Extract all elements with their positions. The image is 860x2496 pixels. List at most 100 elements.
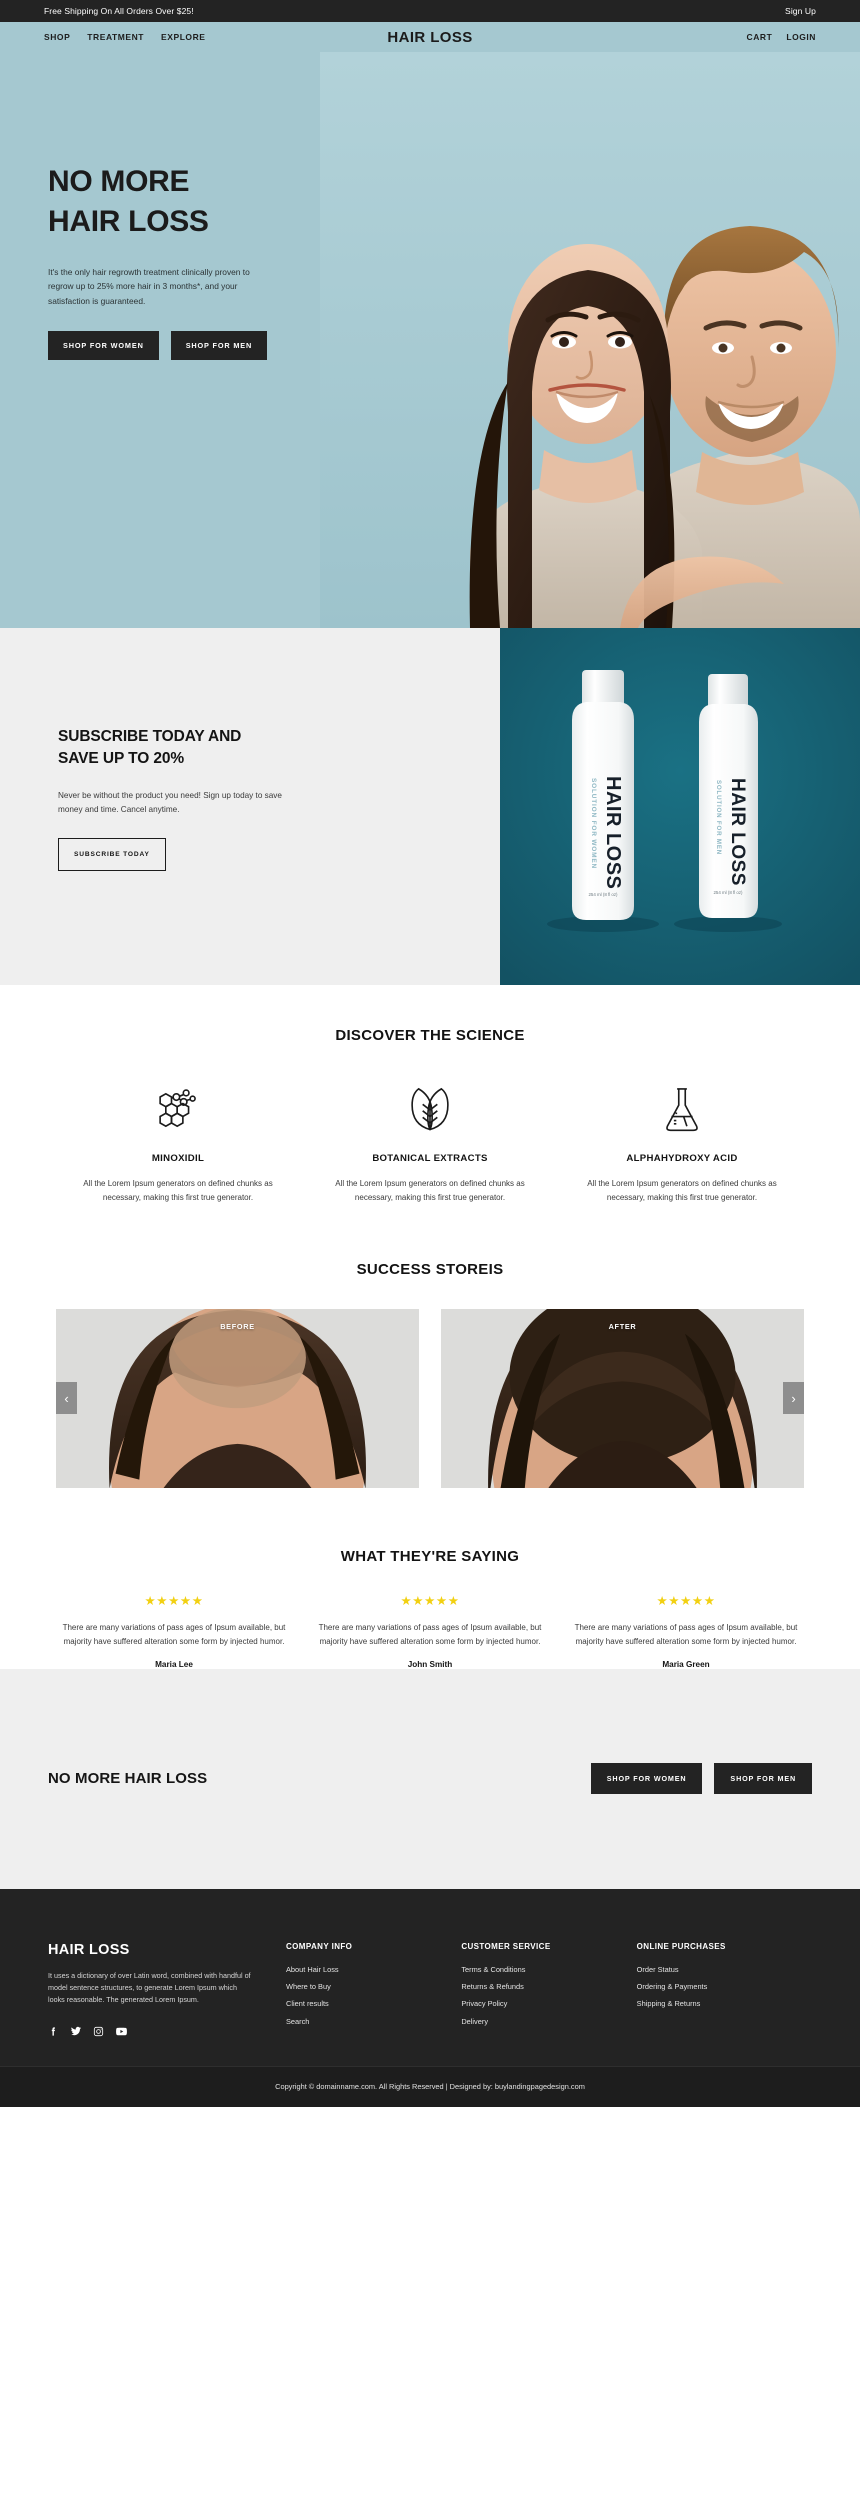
testimonial-quote: There are many variations of pass ages o… bbox=[62, 1623, 286, 1646]
site-logo-text[interactable]: HAIR LOSS bbox=[387, 29, 472, 46]
science-section: DISCOVER THE SCIENCE MINOXIDIL All the L… bbox=[0, 985, 860, 1205]
science-item: MINOXIDIL All the Lorem Ipsum generators… bbox=[52, 1084, 304, 1205]
science-item-description: All the Lorem Ipsum generators on define… bbox=[335, 1179, 525, 1202]
science-item-name: MINOXIDIL bbox=[151, 1153, 205, 1164]
subscribe-title-line2: SAVE UP TO 20% bbox=[58, 750, 185, 767]
footer-link[interactable]: Privacy Policy bbox=[461, 2000, 626, 2008]
announcement-bar: Free Shipping On All Orders Over $25! Si… bbox=[0, 0, 860, 22]
hero-shop-men-button[interactable]: SHOP FOR MEN bbox=[170, 330, 268, 360]
footer-link[interactable]: Shipping & Returns bbox=[637, 2000, 802, 2008]
testimonial-card: ★★★★★ There are many variations of pass … bbox=[302, 1593, 558, 1668]
subscribe-today-button[interactable]: SUBSCRIBE TODAY bbox=[58, 838, 166, 872]
signup-link[interactable]: Sign Up bbox=[785, 6, 816, 16]
hero-title: NO MORE HAIR LOSS bbox=[48, 162, 348, 242]
science-item-name: BOTANICAL EXTRACTS bbox=[372, 1153, 488, 1164]
cta-shop-men-button[interactable]: SHOP FOR MEN bbox=[714, 1763, 812, 1794]
hero-copy: NO MORE HAIR LOSS It's the only hair reg… bbox=[48, 162, 348, 360]
subscribe-paragraph: Never be without the product you need! S… bbox=[58, 791, 282, 815]
nav-item-login[interactable]: LOGIN bbox=[786, 32, 816, 42]
after-photo-card: AFTER bbox=[441, 1308, 804, 1488]
footer-link[interactable]: Ordering & Payments bbox=[637, 1982, 802, 1990]
footer-column-online-purchases: ONLINE PURCHASES Order Status Ordering &… bbox=[637, 1942, 812, 2038]
svg-text:254 ml (8 fl oz): 254 ml (8 fl oz) bbox=[713, 890, 743, 895]
story-carousel: BEFORE AFTER ‹ › bbox=[0, 1308, 860, 1488]
product-bottles-panel: HAIR LOSS SOLUTION FOR WOMEN 254 ml (8 f… bbox=[500, 628, 860, 985]
testimonials-section: WHAT THEY'RE SAYING ★★★★★ There are many… bbox=[0, 1487, 860, 1669]
footer-link[interactable]: Where to Buy bbox=[286, 1982, 451, 1990]
success-stories-section: SUCCESS STOREIS BEFORE AFTER ‹ › bbox=[0, 1204, 860, 1488]
hero-shop-women-button[interactable]: SHOP FOR WOMEN bbox=[48, 330, 159, 360]
subscribe-title: SUBSCRIBE TODAY AND SAVE UP TO 20% bbox=[58, 726, 388, 770]
rating-stars: ★★★★★ bbox=[144, 1593, 204, 1608]
science-grid: MINOXIDIL All the Lorem Ipsum generators… bbox=[0, 1084, 860, 1205]
footer-about-text: It uses a dictionary of over Latin word,… bbox=[48, 1970, 251, 2005]
before-photo-card: BEFORE bbox=[56, 1308, 419, 1488]
subscribe-title-line1: SUBSCRIBE TODAY AND bbox=[58, 728, 242, 745]
svg-text:SOLUTION FOR MEN: SOLUTION FOR MEN bbox=[715, 780, 722, 855]
hero-couple-photo bbox=[320, 52, 860, 628]
rating-stars: ★★★★★ bbox=[656, 1593, 716, 1608]
hero-title-line1: NO MORE bbox=[48, 165, 190, 198]
youtube-icon[interactable] bbox=[115, 2025, 128, 2038]
instagram-icon[interactable] bbox=[93, 2026, 104, 2037]
twitter-icon[interactable] bbox=[70, 2025, 82, 2037]
social-links bbox=[48, 2025, 286, 2038]
before-label: BEFORE bbox=[220, 1321, 255, 1331]
copyright-text: Copyright © domainname.com. All Rights R… bbox=[275, 2082, 585, 2092]
testimonial-author: Maria Lee bbox=[155, 1659, 193, 1669]
testimonial-quote: There are many variations of pass ages o… bbox=[318, 1623, 542, 1646]
footer-column-heading: CUSTOMER SERVICE bbox=[461, 1941, 551, 1951]
hero-section: NO MORE HAIR LOSS It's the only hair reg… bbox=[0, 52, 860, 628]
cta-shop-women-button[interactable]: SHOP FOR WOMEN bbox=[590, 1763, 703, 1794]
footer-link[interactable]: Search bbox=[286, 2017, 451, 2025]
footer-column-company-info: COMPANY INFO About Hair Loss Where to Bu… bbox=[286, 1942, 461, 2038]
footer-link[interactable]: Client results bbox=[286, 2000, 451, 2008]
testimonials-title: WHAT THEY'RE SAYING bbox=[340, 1547, 520, 1565]
site-footer: HAIR LOSS It uses a dictionary of over L… bbox=[0, 1888, 860, 2066]
chevron-left-icon[interactable]: ‹ bbox=[56, 1382, 77, 1414]
testimonial-card: ★★★★★ There are many variations of pass … bbox=[558, 1593, 814, 1668]
leaf-icon bbox=[318, 1084, 542, 1136]
footer-brand-column: HAIR LOSS It uses a dictionary of over L… bbox=[48, 1942, 286, 2038]
nav-item-cart[interactable]: CART bbox=[747, 32, 773, 42]
hero-paragraph: It's the only hair regrowth treatment cl… bbox=[48, 266, 250, 307]
hero-title-line2: HAIR LOSS bbox=[48, 204, 209, 238]
science-item: ALPHAHYDROXY ACID All the Lorem Ipsum ge… bbox=[556, 1084, 808, 1205]
cta-title: NO MORE HAIR LOSS bbox=[48, 1770, 208, 1787]
hero-button-group: SHOP FOR WOMEN SHOP FOR MEN bbox=[48, 330, 348, 360]
success-stories-title: SUCCESS STOREIS bbox=[356, 1260, 504, 1278]
nav-item-treatment[interactable]: TREATMENT bbox=[87, 32, 144, 42]
footer-column-heading: COMPANY INFO bbox=[286, 1941, 353, 1951]
science-title: DISCOVER THE SCIENCE bbox=[335, 1027, 525, 1044]
footer-link[interactable]: Delivery bbox=[461, 2017, 626, 2025]
footer-link[interactable]: Returns & Refunds bbox=[461, 1982, 626, 1990]
facebook-icon[interactable] bbox=[48, 2026, 59, 2037]
chevron-right-icon[interactable]: › bbox=[783, 1382, 804, 1414]
svg-text:HAIR LOSS: HAIR LOSS bbox=[602, 776, 624, 889]
copyright-bar: Copyright © domainname.com. All Rights R… bbox=[0, 2065, 860, 2107]
nav-right-group: CART LOGIN bbox=[747, 32, 816, 42]
nav-item-explore[interactable]: EXPLORE bbox=[161, 32, 205, 42]
subscribe-copy-panel: SUBSCRIBE TODAY AND SAVE UP TO 20% Never… bbox=[0, 628, 500, 985]
after-label: AFTER bbox=[608, 1321, 637, 1331]
science-item-description: All the Lorem Ipsum generators on define… bbox=[587, 1179, 777, 1202]
cta-button-group: SHOP FOR WOMEN SHOP FOR MEN bbox=[590, 1763, 812, 1794]
subscribe-section: SUBSCRIBE TODAY AND SAVE UP TO 20% Never… bbox=[0, 628, 860, 985]
footer-column-heading: ONLINE PURCHASES bbox=[636, 1941, 726, 1951]
footer-link[interactable]: Terms & Conditions bbox=[461, 1965, 626, 1973]
molecule-icon bbox=[66, 1084, 290, 1136]
footer-link[interactable]: Order Status bbox=[637, 1965, 802, 1973]
shipping-notice: Free Shipping On All Orders Over $25! bbox=[44, 6, 194, 16]
nav-left-group: SHOP TREATMENT EXPLORE bbox=[44, 32, 206, 42]
testimonial-card: ★★★★★ There are many variations of pass … bbox=[46, 1593, 302, 1669]
footer-link[interactable]: About Hair Loss bbox=[286, 1965, 451, 1973]
science-item-name: ALPHAHYDROXY ACID bbox=[626, 1153, 738, 1164]
footer-logo: HAIR LOSS bbox=[48, 1941, 130, 1958]
science-item-description: All the Lorem Ipsum generators on define… bbox=[83, 1179, 273, 1202]
nav-item-shop[interactable]: SHOP bbox=[44, 32, 70, 42]
svg-text:SOLUTION FOR WOMEN: SOLUTION FOR WOMEN bbox=[590, 778, 597, 869]
testimonial-quote: There are many variations of pass ages o… bbox=[574, 1623, 798, 1646]
science-item: BOTANICAL EXTRACTS All the Lorem Ipsum g… bbox=[304, 1084, 556, 1205]
rating-stars: ★★★★★ bbox=[400, 1593, 460, 1608]
cta-band: NO MORE HAIR LOSS SHOP FOR WOMEN SHOP FO… bbox=[0, 1668, 860, 1889]
